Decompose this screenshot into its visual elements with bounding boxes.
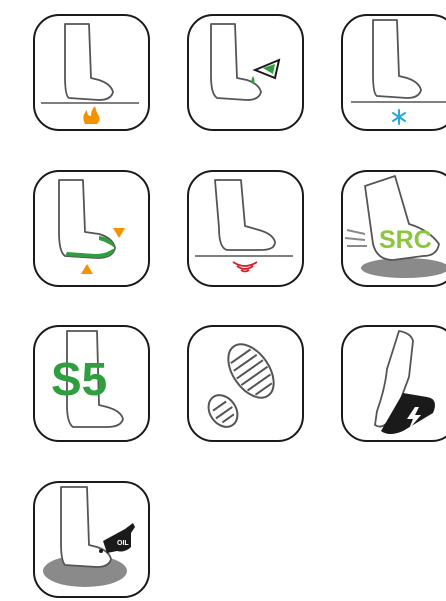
antistatic-icon — [187, 170, 304, 287]
heat-resistant-sole-icon — [33, 14, 150, 131]
chemical-resistant-icon — [187, 14, 304, 131]
slip-resistant-icon: SRC — [341, 170, 446, 287]
s5-label: S5 — [51, 353, 107, 405]
src-label: SRC — [379, 226, 432, 254]
electrical-hazard-icon — [341, 325, 446, 442]
protective-toecap-midsole-icon — [33, 170, 150, 287]
oil-label: OIL — [117, 540, 129, 547]
safety-class-icon: S5 — [33, 325, 150, 442]
oil-resistant-icon: OIL — [33, 481, 150, 598]
cleated-outsole-icon — [187, 325, 304, 442]
cold-insulation-icon — [341, 14, 446, 131]
